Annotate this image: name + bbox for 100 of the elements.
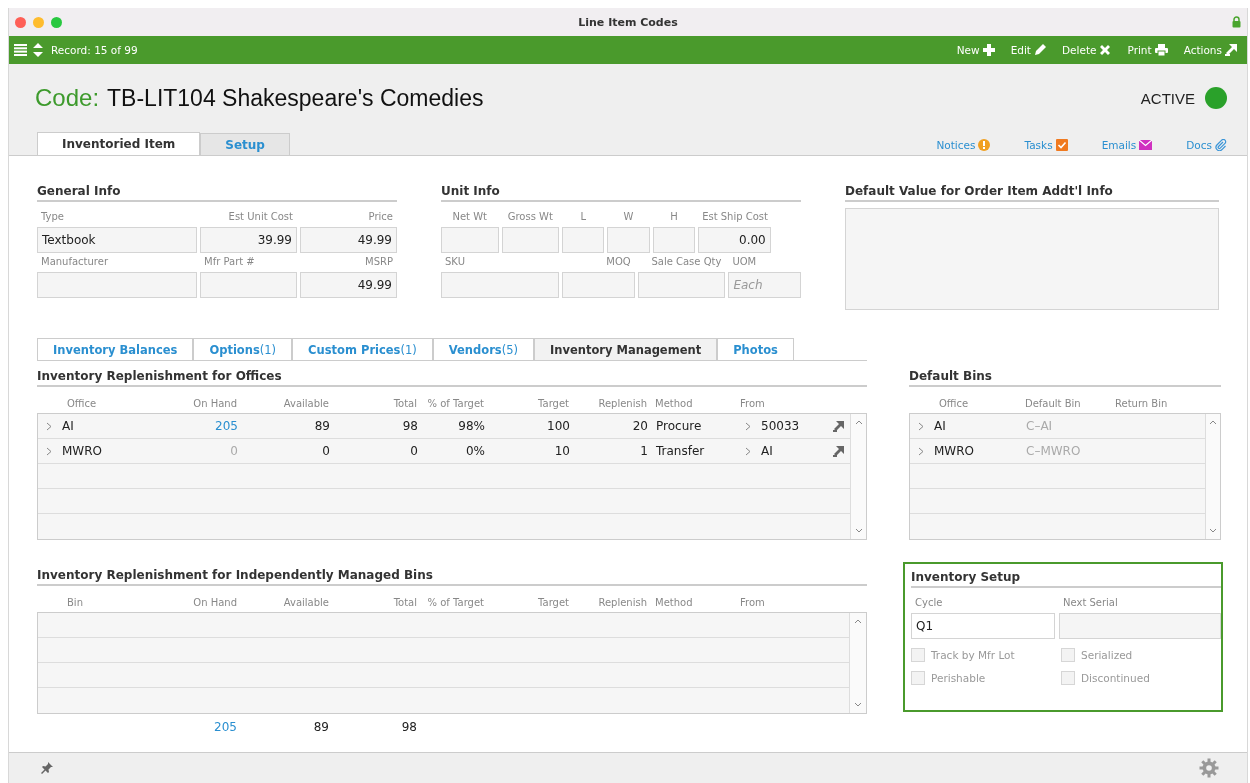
total-value: 98 [400, 720, 418, 734]
input-field[interactable] [607, 227, 650, 253]
input-field[interactable] [501, 227, 559, 253]
header-link[interactable]: Tasks [1024, 139, 1068, 151]
header-link[interactable]: Notices [936, 139, 991, 151]
section-title: Inventory Replenishment for Offices [37, 369, 867, 387]
column-header: Target [537, 596, 570, 608]
input-field[interactable]: Each [728, 272, 801, 298]
table-row[interactable] [910, 464, 1205, 489]
tab[interactable]: Options(1) [193, 338, 293, 360]
input-field[interactable]: 49.99 [300, 272, 397, 298]
input-field[interactable]: Textbook [37, 227, 197, 253]
field-label: Sale Case Qty [650, 255, 722, 269]
text-area[interactable] [845, 208, 1219, 310]
tab[interactable]: Setup [200, 133, 290, 155]
table-row[interactable] [38, 613, 849, 638]
toolbar-button[interactable]: Delete [1060, 42, 1114, 58]
pin-icon[interactable] [41, 762, 53, 774]
input-field[interactable] [652, 227, 696, 253]
table-row[interactable]: AI 205 89 98 98% 100 20 Procure 50033 [38, 414, 850, 439]
input-field[interactable]: 0.00 [698, 227, 771, 253]
header-link[interactable]: Docs [1186, 139, 1227, 151]
expand-icon[interactable] [745, 446, 751, 456]
table-row[interactable] [38, 638, 849, 663]
input-field[interactable]: 39.99 [200, 227, 297, 253]
tab[interactable]: Vendors(5) [432, 338, 534, 360]
tab[interactable]: Inventory Management [533, 338, 718, 360]
expand-icon[interactable] [46, 421, 52, 431]
header-link[interactable]: Emails [1101, 139, 1153, 151]
table-row[interactable] [38, 688, 849, 713]
table-row[interactable]: AI C–AI [910, 414, 1205, 439]
close-button[interactable] [15, 16, 26, 28]
input-field[interactable] [562, 272, 635, 298]
input-field[interactable] [441, 227, 499, 253]
field-label: Manufacturer [41, 255, 109, 269]
arrow-icon[interactable] [833, 445, 844, 457]
table-row[interactable] [38, 663, 849, 688]
input-field[interactable] [37, 272, 197, 298]
scroll-up-icon[interactable] [854, 420, 863, 425]
expand-icon[interactable] [918, 421, 924, 431]
lock-icon [1232, 16, 1241, 28]
field-label: SKU [445, 255, 466, 269]
section-title: Unit Info [441, 184, 801, 202]
scroll-down-icon[interactable] [1209, 528, 1217, 533]
table-row[interactable] [38, 464, 850, 489]
settings-icon[interactable] [1199, 758, 1219, 778]
column-header: From [739, 596, 766, 608]
zoom-button[interactable] [51, 16, 62, 28]
checkbox-icon [1055, 139, 1068, 151]
tab[interactable]: Photos [717, 338, 794, 360]
status-label: ACTIVE [1140, 89, 1195, 107]
input-field[interactable] [637, 272, 726, 298]
scroll-up-icon[interactable] [854, 619, 862, 624]
menu-icon[interactable] [14, 44, 27, 56]
scrollbar[interactable] [850, 414, 866, 539]
table-cell-text: Procure [655, 419, 703, 433]
toolbar-button[interactable]: Actions [1181, 42, 1239, 58]
toolbar-button[interactable]: Print [1125, 42, 1170, 58]
record-title: TB-LIT104 Shakespeare's Comedies [107, 84, 484, 112]
input-field[interactable]: 49.99 [300, 227, 397, 253]
field-label: Est Unit Cost [227, 210, 293, 224]
minimize-button[interactable] [33, 16, 44, 28]
table-cell-text: 98 [401, 419, 419, 433]
column-header: On Hand [192, 596, 238, 608]
input-field[interactable] [562, 227, 605, 253]
column-header: Method [654, 596, 694, 608]
input-field[interactable] [441, 272, 559, 298]
up-down-arrows-icon[interactable] [33, 43, 43, 57]
section-title: Default Bins [909, 369, 1221, 387]
table-row[interactable] [38, 489, 850, 514]
input-field[interactable]: Q1 [911, 613, 1055, 639]
expand-icon[interactable] [745, 421, 751, 431]
scroll-down-icon[interactable] [854, 528, 863, 533]
record-counter: Record: 15 of 99 [51, 44, 138, 56]
input-field[interactable] [1059, 613, 1221, 639]
expand-icon[interactable] [46, 446, 52, 456]
field-label: Cycle [915, 596, 944, 610]
tab[interactable]: Inventory Balances [37, 338, 194, 360]
scrollbar[interactable] [1205, 414, 1220, 539]
column-header: Method [654, 397, 694, 409]
total-value: 205 [213, 720, 238, 734]
scrollbar[interactable] [849, 613, 866, 713]
alert-icon [978, 139, 991, 151]
toolbar-button[interactable]: Edit [1008, 42, 1048, 58]
column-header: Total [392, 397, 418, 409]
column-header: Available [282, 596, 330, 608]
field-label: Net Wt [451, 210, 488, 224]
scroll-up-icon[interactable] [1209, 420, 1217, 425]
column-header: On Hand [192, 397, 238, 409]
table-row[interactable]: MWRO C–MWRO [910, 439, 1205, 464]
tab[interactable]: Custom Prices(1) [292, 338, 433, 360]
expand-icon[interactable] [918, 446, 924, 456]
tab[interactable]: Inventoried Item [37, 132, 201, 155]
scroll-down-icon[interactable] [854, 702, 862, 707]
table-row[interactable]: MWRO 0 0 0 0% 10 1 Transfer AI [38, 439, 850, 464]
table-row[interactable] [910, 489, 1205, 514]
arrow-icon[interactable] [833, 420, 844, 432]
x-icon [1099, 44, 1112, 56]
input-field[interactable] [200, 272, 297, 298]
toolbar-button[interactable]: New [954, 42, 997, 58]
